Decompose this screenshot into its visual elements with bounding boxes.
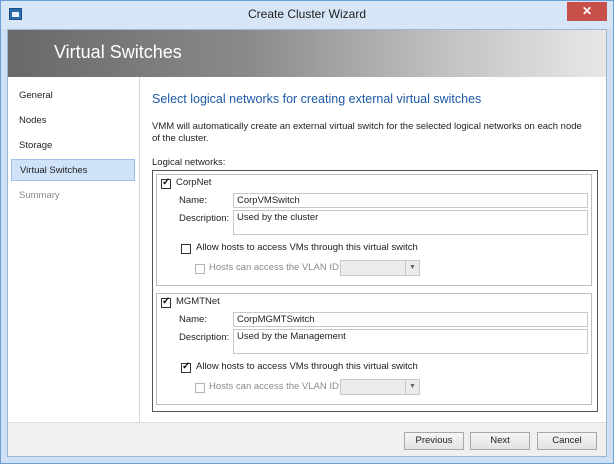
corpnet-label: CorpNet bbox=[176, 177, 212, 188]
title-bar: Create Cluster Wizard ✕ bbox=[1, 1, 613, 29]
chevron-down-icon: ▼ bbox=[405, 261, 419, 275]
page-title: Virtual Switches bbox=[54, 42, 182, 62]
wizard-client-area: Virtual Switches General Nodes Storage V… bbox=[7, 29, 607, 457]
mgmtnet-allow-hosts-checkbox[interactable] bbox=[181, 361, 191, 373]
previous-button[interactable]: Previous bbox=[404, 432, 464, 450]
window-title: Create Cluster Wizard bbox=[247, 7, 367, 21]
chevron-down-icon: ▼ bbox=[405, 380, 419, 394]
corpnet-allow-hosts-checkbox[interactable] bbox=[181, 244, 191, 254]
content-area: Select logical networks for creating ext… bbox=[140, 77, 606, 422]
nav-item-summary: Summary bbox=[19, 190, 60, 201]
corpnet-checkbox[interactable] bbox=[161, 177, 171, 189]
wizard-nav: General Nodes Storage Virtual Switches S… bbox=[8, 77, 140, 444]
mgmtnet-description-label: Description: bbox=[179, 332, 230, 343]
corpnet-name-label: Name: bbox=[179, 195, 207, 206]
nav-item-nodes[interactable]: Nodes bbox=[11, 110, 135, 132]
nav-item-general[interactable]: General bbox=[11, 85, 135, 107]
mgmtnet-description-field[interactable]: Used by the Management bbox=[233, 329, 588, 354]
mgmtnet-vlan-select: ▼ bbox=[340, 379, 420, 395]
mgmtnet-vlan-label: Hosts can access the VLAN ID: bbox=[209, 381, 342, 392]
network-group-corpnet: CorpNet Name: CorpVMSwitch Description: … bbox=[156, 174, 592, 286]
corpnet-allow-hosts-label: Allow hosts to access VMs through this v… bbox=[196, 242, 418, 253]
wizard-window: Create Cluster Wizard ✕ Virtual Switches… bbox=[0, 0, 614, 464]
corpnet-vlan-select: ▼ bbox=[340, 260, 420, 276]
mgmtnet-vlan-checkbox bbox=[195, 383, 205, 393]
section-description: VMM will automatically create an externa… bbox=[152, 121, 582, 144]
close-button[interactable]: ✕ bbox=[567, 2, 607, 21]
network-group-mgmtnet: MGMTNet Name: CorpMGMTSwitch Description… bbox=[156, 293, 592, 405]
mgmtnet-label: MGMTNet bbox=[176, 296, 220, 307]
nav-item-storage[interactable]: Storage bbox=[11, 135, 135, 157]
corpnet-vlan-label: Hosts can access the VLAN ID: bbox=[209, 262, 342, 273]
logical-networks-list[interactable]: CorpNet Name: CorpVMSwitch Description: … bbox=[152, 170, 598, 412]
page-banner: Virtual Switches bbox=[8, 30, 606, 77]
nav-item-virtual-switches[interactable]: Virtual Switches bbox=[11, 159, 135, 181]
corpnet-description-label: Description: bbox=[179, 213, 230, 224]
mgmtnet-allow-hosts-label: Allow hosts to access VMs through this v… bbox=[196, 361, 418, 372]
mgmtnet-checkbox[interactable] bbox=[161, 296, 171, 308]
cancel-button[interactable]: Cancel bbox=[537, 432, 597, 450]
logical-networks-label: Logical networks: bbox=[152, 157, 226, 168]
next-button[interactable]: Next bbox=[470, 432, 530, 450]
wizard-footer: Previous Next Cancel bbox=[8, 422, 606, 456]
mgmtnet-name-label: Name: bbox=[179, 314, 207, 325]
mgmtnet-switch-name-field[interactable]: CorpMGMTSwitch bbox=[233, 312, 588, 327]
section-heading: Select logical networks for creating ext… bbox=[152, 92, 482, 106]
corpnet-description-field[interactable]: Used by the cluster bbox=[233, 210, 588, 235]
corpnet-vlan-checkbox bbox=[195, 264, 205, 274]
corpnet-switch-name-field[interactable]: CorpVMSwitch bbox=[233, 193, 588, 208]
